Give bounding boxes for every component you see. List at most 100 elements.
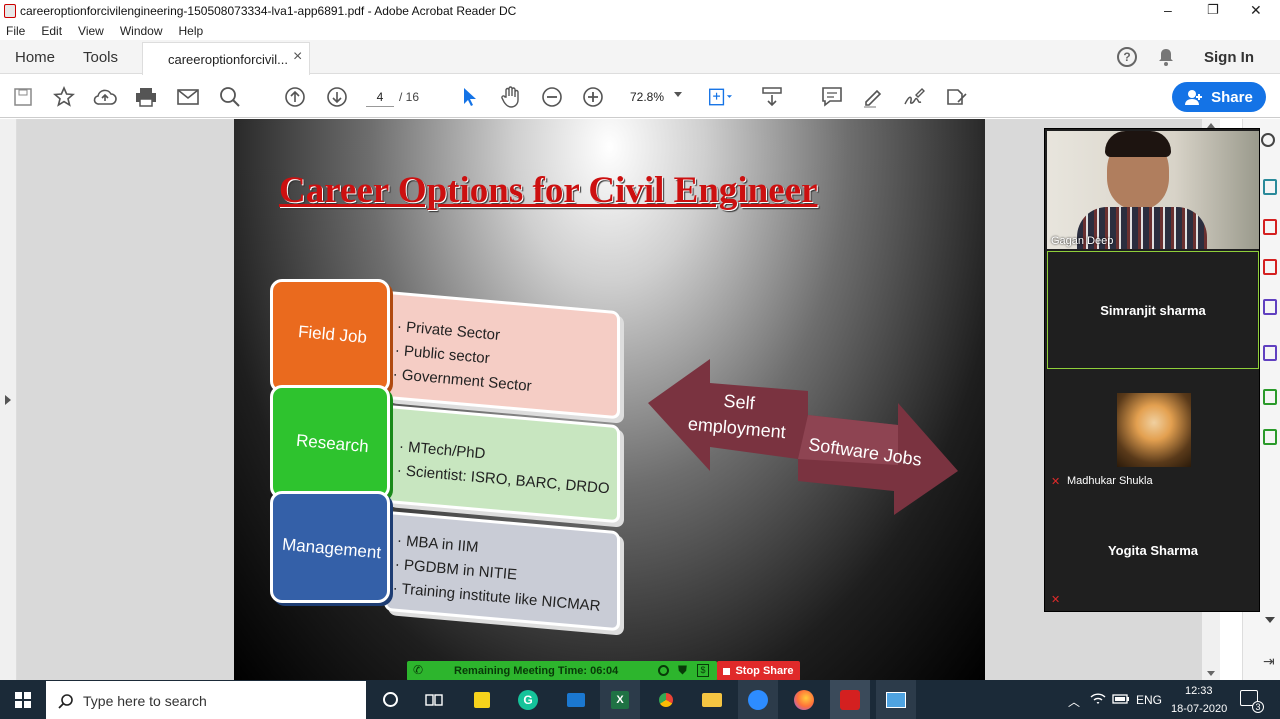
chrome-icon[interactable] [646,680,686,719]
search-icon[interactable] [218,85,242,109]
record-icon [658,665,669,676]
participant-tile[interactable]: Simranjit sharma [1047,251,1259,369]
create-pdf-icon[interactable] [1263,219,1277,235]
stop-share-button[interactable]: Stop Share [717,661,800,681]
comment-tool-icon[interactable] [1263,389,1277,405]
print-icon[interactable] [134,85,158,109]
grammarly-icon[interactable]: G [510,680,546,719]
expand-panel-icon[interactable] [5,395,11,405]
excel-icon[interactable]: X [600,680,640,719]
fit-page-icon[interactable] [708,85,732,109]
more-tools-icon[interactable] [944,85,968,109]
sign-icon[interactable] [902,85,926,109]
self-employment-label: Self employment [680,384,796,446]
language-indicator[interactable]: ENG [1136,693,1162,707]
combine-files-icon[interactable] [1263,299,1277,315]
menu-help[interactable]: Help [179,24,204,38]
title-bar: careeroptionforcivilengineering-15050807… [0,0,1280,22]
acrobat-logo-icon [4,4,16,18]
battery-icon[interactable] [1112,694,1130,704]
file-explorer-icon[interactable] [692,680,732,719]
hand-tool-icon[interactable] [499,85,523,109]
zoom-icon[interactable] [738,680,778,719]
cortana-icon[interactable] [372,680,408,719]
acrobat-icon[interactable] [830,680,870,719]
star-icon[interactable] [52,85,76,109]
collapse-panel-icon[interactable] [1265,617,1275,623]
add-user-icon [1185,90,1203,105]
participant-name: Gagan Deep [1051,235,1114,247]
participant-video-tile[interactable]: Gagan Deep [1047,131,1259,249]
taskbar-search-box[interactable]: Type here to search [46,681,366,719]
bell-icon[interactable] [1158,48,1174,66]
tab-tools[interactable]: Tools [83,49,118,66]
page-total: / 16 [399,90,420,104]
comment-icon[interactable] [820,85,844,109]
page-current: 4 [376,90,384,104]
highlight-pen-icon[interactable] [861,85,885,109]
tab-document[interactable]: careeroptionforcivil... × [142,42,310,75]
firefox-icon[interactable] [784,680,824,719]
menu-window[interactable]: Window [120,24,163,38]
menu-file[interactable]: File [6,24,25,38]
close-window-button[interactable]: ✕ [1250,2,1262,19]
cloud-upload-icon[interactable] [93,85,117,109]
menu-view[interactable]: View [78,24,104,38]
select-cursor-icon[interactable] [458,85,482,109]
email-icon[interactable] [176,85,200,109]
stop-icon [723,667,731,675]
participant-name: Simranjit sharma [1100,302,1206,318]
zoom-select[interactable]: 72.8% [624,87,688,107]
notification-count: 3 [1252,701,1264,713]
left-nav-collapsed[interactable] [0,119,17,680]
export-pdf-icon[interactable] [1263,179,1277,195]
person-hair [1105,131,1171,157]
page-down-icon[interactable] [325,85,349,109]
participant-tile[interactable]: ✕ Madhukar Shukla [1047,371,1259,489]
maximize-button[interactable]: ❐ [1207,2,1219,18]
window-title: careeroptionforcivilengineering-15050807… [20,4,517,18]
menu-edit[interactable]: Edit [41,24,62,38]
edit-pdf-icon[interactable] [1263,259,1277,275]
shield-icon: ⛊ [678,663,688,677]
hide-panel-icon[interactable]: ⇥ [1263,653,1275,670]
zoom-in-icon[interactable] [581,85,605,109]
page-up-icon[interactable] [283,85,307,109]
fill-sign-icon[interactable] [1263,429,1277,445]
app-icon[interactable] [556,680,596,719]
participant-name: Madhukar Shukla [1067,475,1153,487]
chevron-down-icon [674,92,682,97]
start-button[interactable] [0,680,46,719]
task-view-icon[interactable] [416,680,452,719]
save-icon[interactable] [11,85,35,109]
search-icon [58,694,73,709]
clock-time[interactable]: 12:33 [1185,685,1213,697]
zoom-out-icon[interactable] [540,85,564,109]
participant-name: Yogita Sharma [1107,542,1199,558]
stop-share-label: Stop Share [735,665,794,677]
photos-icon[interactable] [876,680,916,719]
scroll-mode-icon[interactable] [760,85,784,109]
minimize-button[interactable]: – [1164,2,1172,18]
field-job-items: · Private Sector · Public sector · Gover… [392,315,537,399]
remaining-time: Remaining Meeting Time: 06:04 [454,665,619,677]
sticky-notes-icon[interactable] [464,680,500,719]
windows-logo-icon [15,691,31,708]
avatar [1117,393,1191,467]
scroll-down-icon[interactable] [1207,671,1215,676]
tab-home[interactable]: Home [15,49,55,66]
sign-in-button[interactable]: Sign In [1204,49,1254,66]
chevron-up-icon[interactable]: ︿ [1068,693,1080,710]
help-icon[interactable]: ? [1117,47,1137,67]
share-button[interactable]: Share [1172,82,1266,112]
tab-close-icon[interactable]: × [293,48,302,66]
pdf-page-slide: Career Options for Civil Engineer · Priv… [234,119,985,680]
clock-date[interactable]: 18-07-2020 [1171,703,1227,715]
zoom-value: 72.8% [630,90,665,104]
wifi-icon[interactable] [1090,692,1106,706]
panel-search-icon[interactable] [1261,133,1275,147]
organize-pages-icon[interactable] [1263,345,1277,361]
page-number-input[interactable]: 4 [366,87,394,107]
mic-muted-icon: ✕ [1051,594,1061,606]
participant-tile[interactable]: Yogita Sharma ✕ [1047,491,1259,609]
